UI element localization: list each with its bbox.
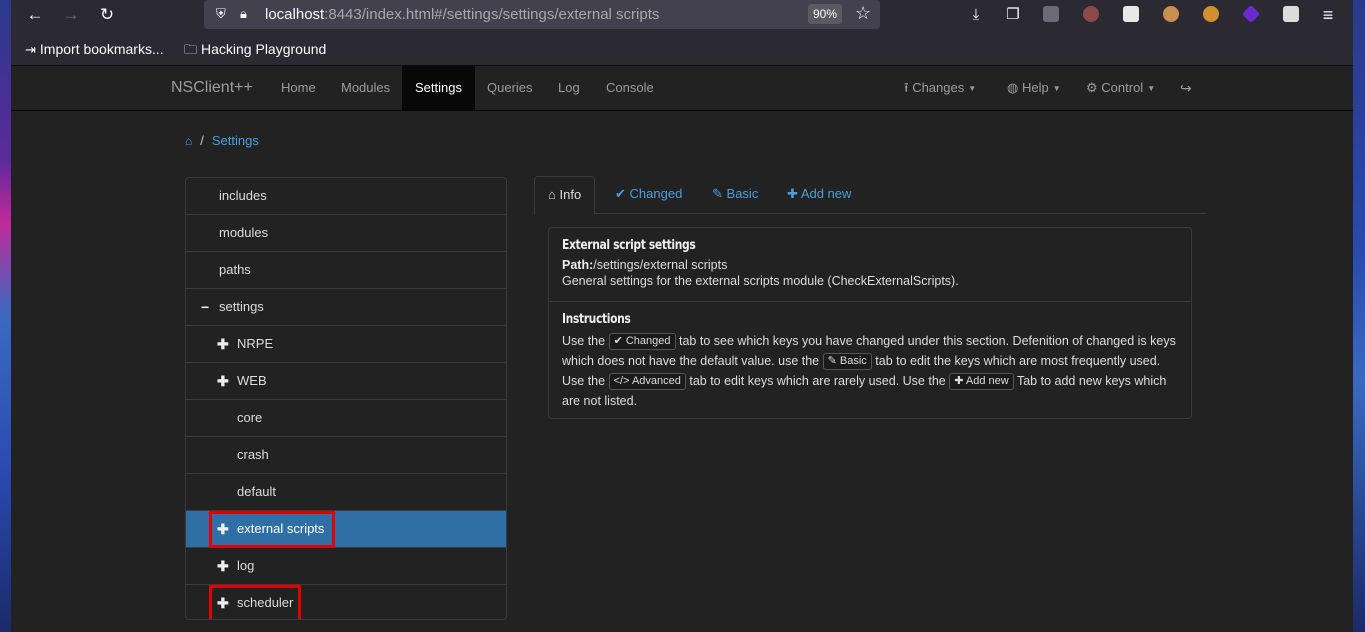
caret-down-icon: ▼ (1147, 83, 1156, 93)
basic-badge: ✎ Basic (822, 353, 872, 370)
nav-console[interactable]: Console (593, 66, 667, 111)
bookmark-star-icon[interactable]: ☆ (855, 3, 871, 24)
shield-icon[interactable]: ⛨ (216, 5, 226, 23)
gear-icon: ⚙ (1086, 80, 1098, 95)
tree-item-web[interactable]: ✚ WEB (186, 363, 506, 400)
reload-icon[interactable]: ↻ (95, 3, 119, 27)
url-host: localhost (265, 6, 325, 23)
url-bar[interactable]: ⛨ 🔒︎ localhost:8443/index.html#/settings… (204, 0, 880, 29)
breadcrumb-settings[interactable]: Settings (212, 133, 259, 148)
changed-badge: ✔ Changed (608, 333, 676, 350)
expand-icon[interactable]: ✚ (217, 326, 229, 362)
logout-icon[interactable]: ↪ (1180, 66, 1192, 111)
lock-icon[interactable]: 🔒︎ (240, 5, 247, 23)
info-panel: External script settings Path:/settings/… (548, 227, 1192, 419)
qr-extension-icon[interactable] (1123, 6, 1139, 22)
expand-icon[interactable]: ✚ (217, 585, 229, 619)
plus-icon: ✚ (954, 375, 964, 387)
extension-icon[interactable] (1083, 6, 1099, 22)
menu-icon[interactable]: ≡ (1318, 5, 1338, 25)
page-content: NSClient++ Home Modules Settings Queries… (11, 66, 1353, 632)
globe-icon: ◍ (1007, 80, 1019, 95)
tree-item-default[interactable]: default (186, 474, 506, 511)
advanced-badge: </> Advanced (608, 373, 686, 390)
pencil-icon: ✎ (712, 186, 723, 201)
tab-info[interactable]: ⌂ Info (534, 176, 596, 215)
nav-changes[interactable]: ⭱ Changes ▼ (904, 66, 976, 111)
panel-instructions: Instructions Use the ✔ Changed tab to se… (549, 302, 1191, 411)
expand-icon[interactable]: ✚ (217, 363, 229, 399)
tree-item-includes[interactable]: includes (186, 178, 506, 215)
extension-icon[interactable] (1283, 6, 1299, 22)
panel-title: External script settings (562, 238, 696, 253)
home-icon[interactable]: ⌂ (185, 134, 192, 148)
desktop-left-edge (0, 0, 11, 632)
tree-item-core[interactable]: core (186, 400, 506, 437)
top-navbar: NSClient++ Home Modules Settings Queries… (11, 66, 1353, 111)
tree-item-external-scripts[interactable]: ✚ external scripts (186, 511, 506, 548)
url-path: :8443/index.html#/settings/settings/exte… (324, 6, 660, 23)
bookmark-import[interactable]: ⇥ Import bookmarks... (25, 41, 164, 58)
check-icon: ✔ (613, 335, 623, 347)
cookie-editor-extension-icon[interactable] (1203, 6, 1219, 22)
import-icon: ⇥ (25, 42, 36, 57)
instructions-text: Use the ✔ Changed tab to see which keys … (562, 333, 1176, 408)
browser-window: ← → ↻ ⛨ 🔒︎ localhost:8443/index.html#/se… (11, 0, 1353, 632)
nav-control[interactable]: ⚙ Control ▼ (1086, 66, 1155, 111)
panel-description: General settings for the external script… (562, 274, 959, 288)
pencil-icon: ✎ (827, 355, 837, 367)
tree-item-paths[interactable]: paths (186, 252, 506, 289)
zoom-badge[interactable]: 90% (808, 4, 842, 24)
forward-icon[interactable]: → (59, 3, 83, 27)
instructions-title: Instructions (562, 312, 631, 327)
tab-add-new[interactable]: ✚ Add new (773, 176, 865, 214)
home-icon: ⌂ (548, 187, 556, 202)
panel-header: External script settings Path:/settings/… (549, 228, 1191, 302)
plus-icon: ✚ (787, 186, 798, 201)
cookie-extension-icon[interactable] (1163, 6, 1179, 22)
desktop-right-edge (1353, 0, 1365, 632)
tree-item-nrpe[interactable]: ✚ NRPE (186, 326, 506, 363)
tree-item-modules[interactable]: modules (186, 215, 506, 252)
tree-item-crash[interactable]: crash (186, 437, 506, 474)
breadcrumb: ⌂ / Settings (185, 133, 259, 148)
expand-icon[interactable]: ✚ (217, 511, 229, 547)
back-icon[interactable]: ← (23, 3, 47, 27)
settings-tree: includes modules paths − settings ✚ NRPE ✚… (185, 177, 507, 620)
extensions-icon[interactable]: ❐ (1003, 5, 1023, 25)
collapse-icon[interactable]: − (201, 289, 209, 325)
tree-item-scheduler[interactable]: ✚ scheduler (186, 585, 506, 619)
tree-item-log[interactable]: ✚ log (186, 548, 506, 585)
browser-toolbar: ← → ↻ ⛨ 🔒︎ localhost:8443/index.html#/se… (11, 0, 1353, 30)
add-new-badge: ✚ Add new (949, 373, 1014, 390)
folder-icon: 🗀︎ (184, 42, 198, 57)
upload-icon: ⭱ (904, 80, 909, 95)
settings-tabs: ⌂ Info ✔ Changed ✎ Basic ✚ Add new (534, 176, 1206, 215)
bookmark-folder[interactable]: 🗀︎ Hacking Playground (184, 41, 326, 63)
nav-home[interactable]: Home (268, 66, 329, 111)
tab-changed[interactable]: ✔ Changed (601, 176, 696, 214)
panel-path: Path:/settings/external scripts (562, 258, 728, 272)
caret-down-icon: ▼ (1052, 83, 1061, 93)
brand[interactable]: NSClient++ (171, 79, 253, 97)
bookmarks-bar: ⇥ Import bookmarks... 🗀︎ Hacking Playgroun… (11, 30, 1353, 66)
url-text[interactable]: localhost:8443/index.html#/settings/sett… (265, 6, 659, 23)
downloads-icon[interactable]: ⤓ (966, 5, 986, 25)
tab-basic[interactable]: ✎ Basic (698, 176, 772, 214)
check-icon: ✔ (615, 186, 626, 201)
wappalyzer-extension-icon[interactable] (1241, 4, 1261, 24)
code-icon: </> (613, 375, 630, 387)
nav-log[interactable]: Log (545, 66, 593, 111)
nav-modules[interactable]: Modules (328, 66, 403, 111)
tree-item-settings[interactable]: − settings (186, 289, 506, 326)
nav-queries[interactable]: Queries (474, 66, 546, 111)
nav-settings[interactable]: Settings (402, 66, 475, 111)
expand-icon[interactable]: ✚ (217, 548, 229, 584)
caret-down-icon: ▼ (968, 83, 977, 93)
ublock-extension-icon[interactable] (1043, 6, 1059, 22)
nav-help[interactable]: ◍ Help ▼ (1007, 66, 1061, 111)
